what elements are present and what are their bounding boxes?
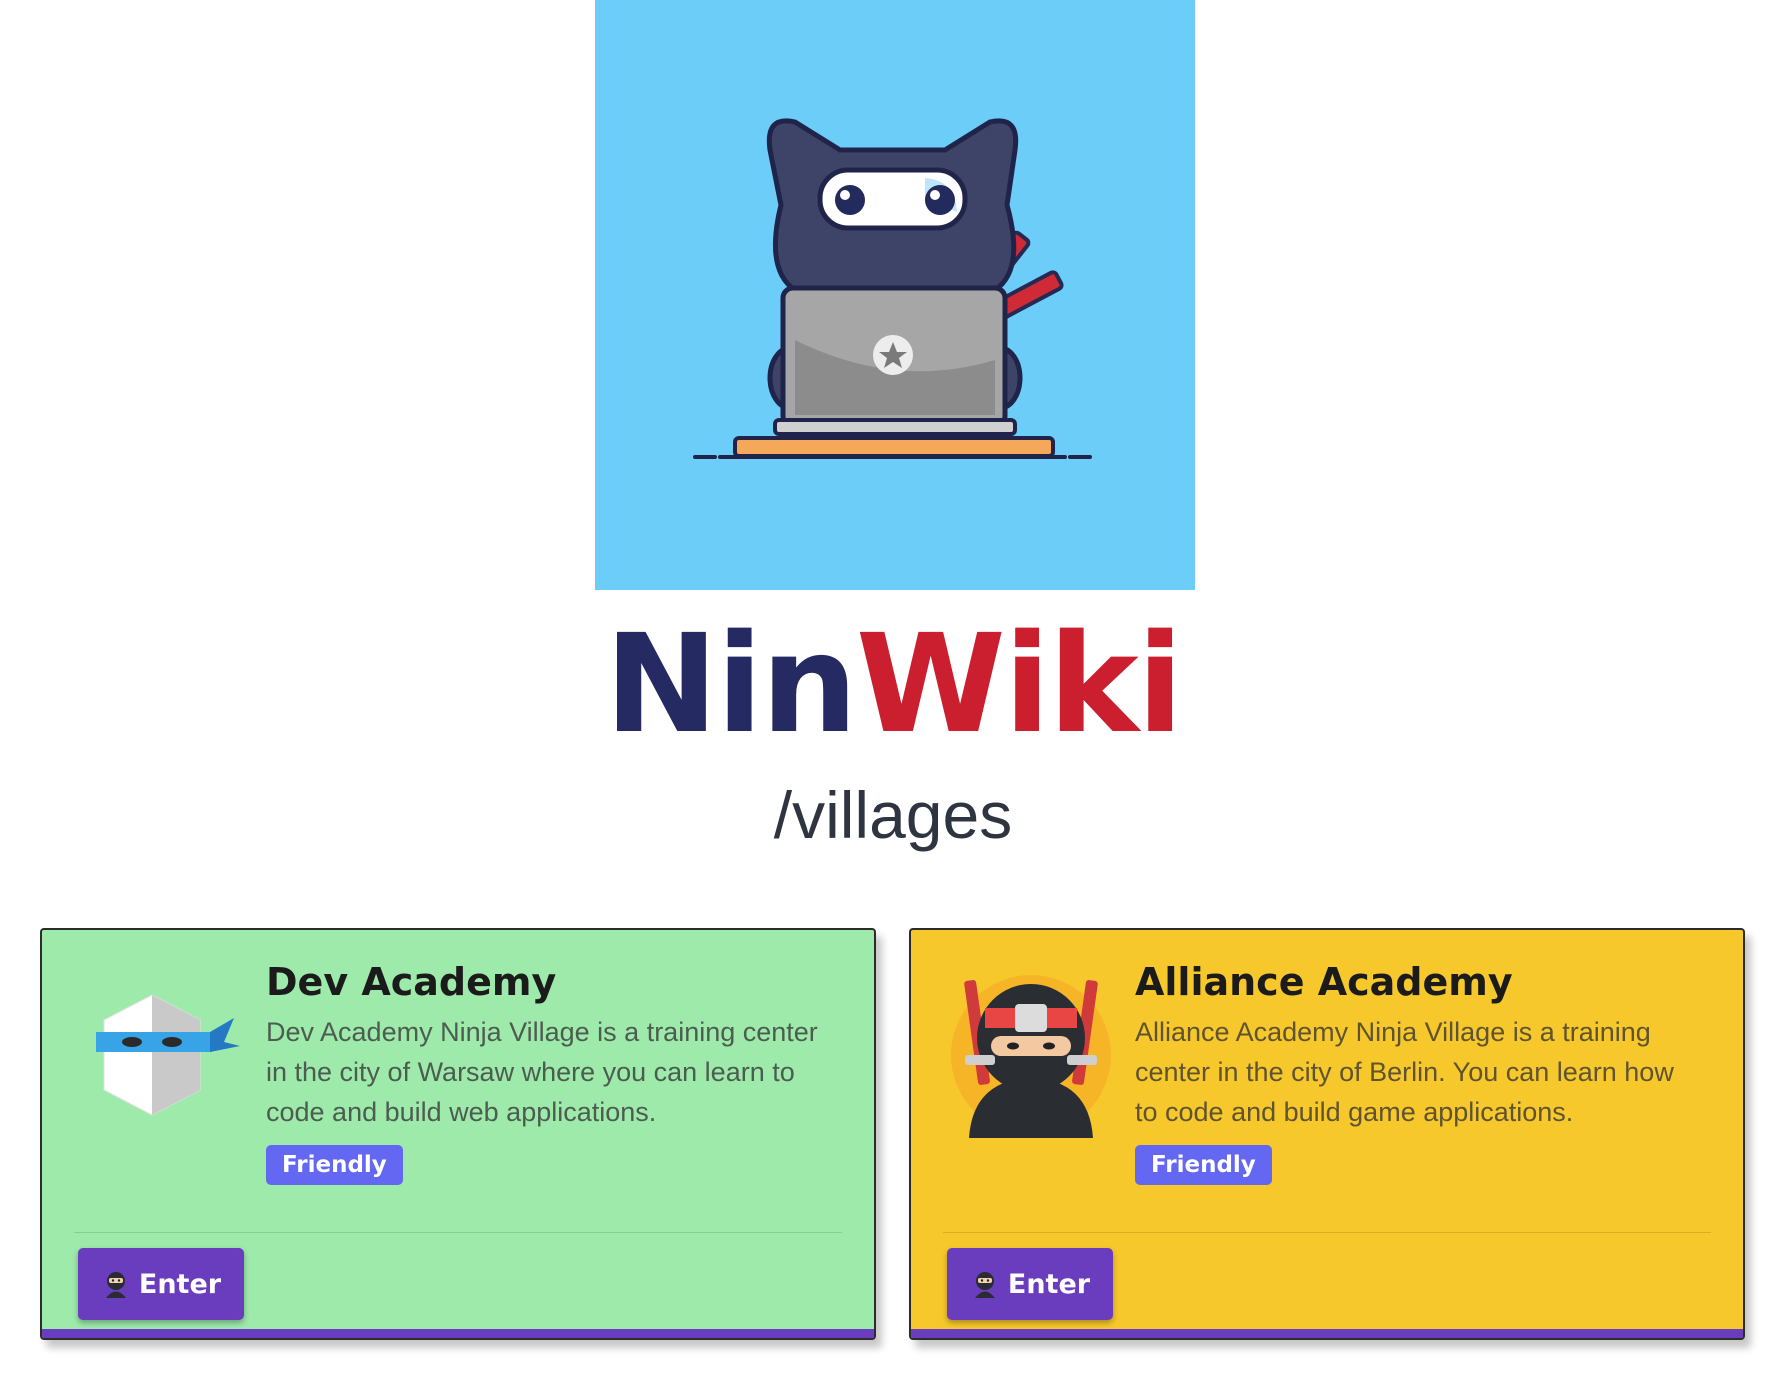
ninja-cat-laptop-illustration [693,118,1092,459]
brand-part-wiki: Wiki [855,606,1184,764]
village-title: Alliance Academy [1135,960,1513,1004]
brand-logo-text: NinWiki [0,615,1786,755]
village-description: Alliance Academy Ninja Village is a trai… [1135,1017,1674,1127]
enter-button-label: Enter [138,1268,222,1300]
brand-part-nin: Nin [604,606,858,764]
status-badge: Friendly [266,1145,403,1185]
enter-button-label: Enter [1007,1268,1091,1300]
card-divider [74,1232,842,1233]
hero-image [595,0,1195,590]
card-bottom-bar [42,1329,874,1338]
card-bottom-bar [911,1329,1743,1338]
card-divider [943,1232,1711,1233]
status-badge: Friendly [1135,1145,1272,1185]
ninja-emoji-icon [101,1269,131,1299]
ninja-emoji-icon [970,1269,1000,1299]
village-card-dev-academy: Dev Academy Dev Academy Ninja Village is… [40,928,876,1340]
ninja-with-swords-icon [951,960,1111,1140]
enter-button[interactable]: Enter [78,1248,244,1320]
page-subtitle: /villages [773,778,1013,852]
white-ninja-head-icon [82,960,242,1140]
village-card-alliance-academy: Alliance Academy Alliance Academy Ninja … [909,928,1745,1340]
village-title: Dev Academy [266,960,557,1004]
enter-button[interactable]: Enter [947,1248,1113,1320]
village-description: Dev Academy Ninja Village is a training … [266,1017,818,1127]
